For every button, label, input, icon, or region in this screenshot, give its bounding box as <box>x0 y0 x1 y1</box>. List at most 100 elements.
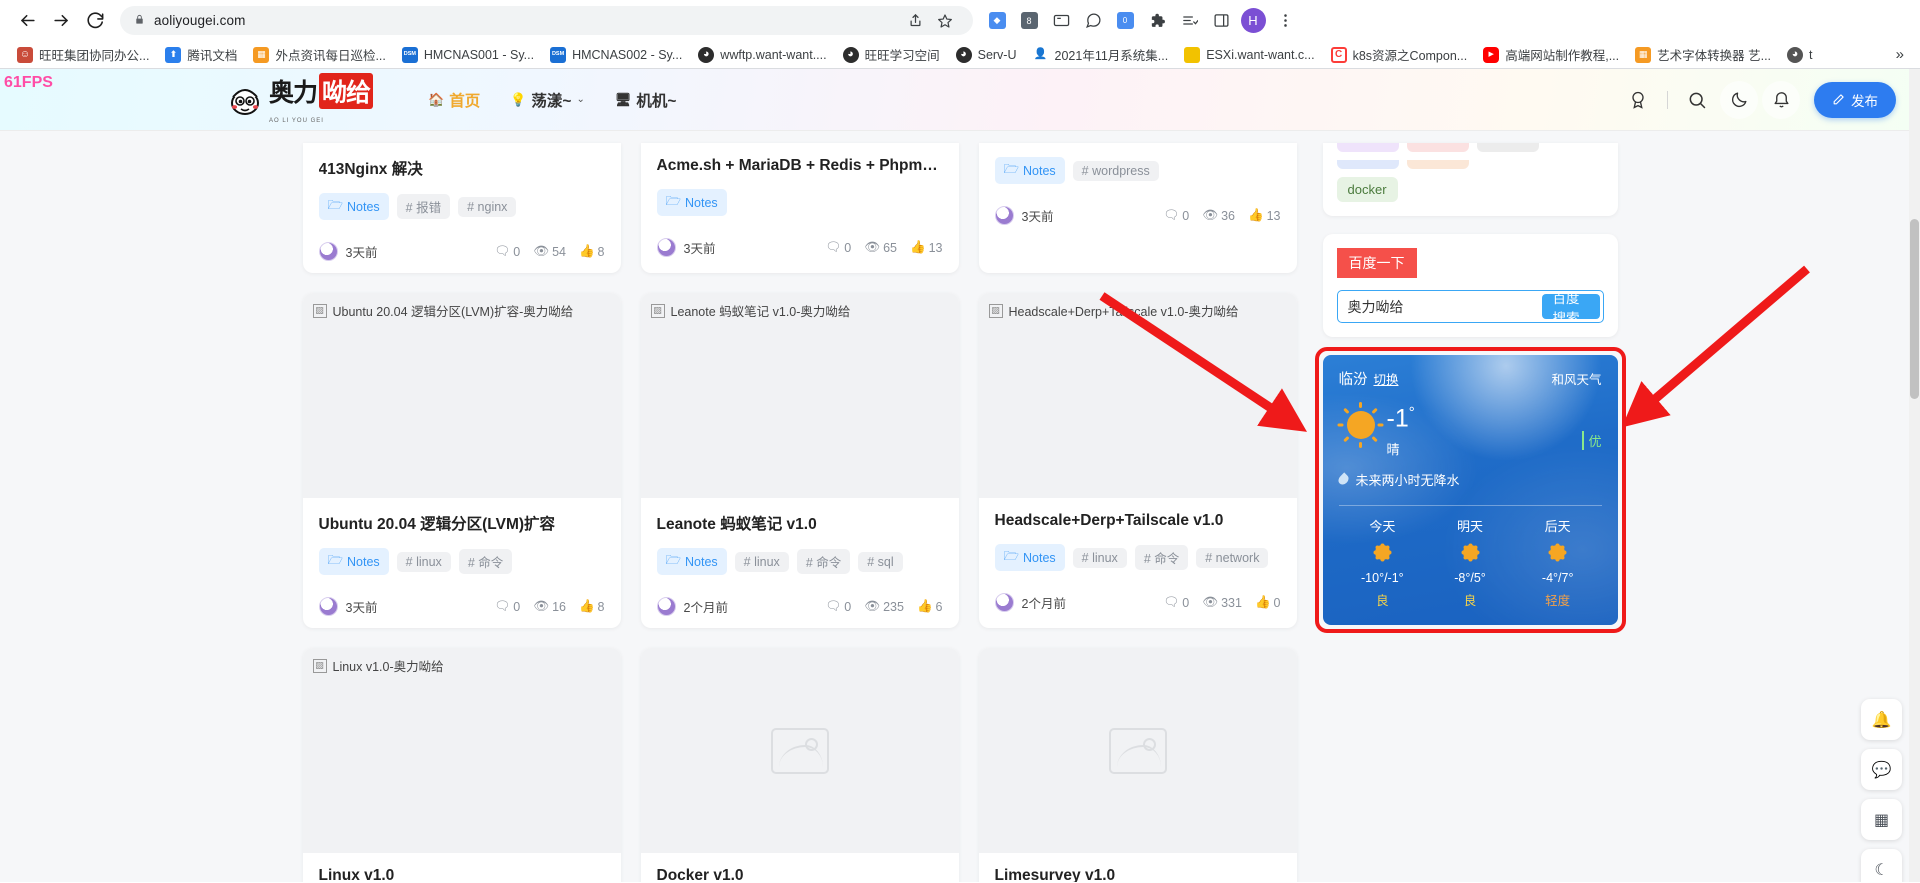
wechat-icon[interactable]: 💬 <box>1861 749 1902 790</box>
forward-button[interactable] <box>46 6 76 36</box>
nav-item-0[interactable]: 🏠 首页 <box>428 89 480 111</box>
article-card[interactable]: Docker v1.0🗁Notes# docker# 命令 <box>640 648 959 882</box>
article-card[interactable]: Acme.sh + MariaDB + Redis + Phpmyadmi...… <box>640 143 959 273</box>
extension-puzzle-icon[interactable] <box>1143 7 1171 35</box>
notification-bell-icon[interactable]: 🔔 <box>1861 699 1902 740</box>
bookmark-item[interactable]: ☺ 旺旺集团协同办公... <box>10 42 156 67</box>
extension-icon-2[interactable]: 8 <box>1015 7 1043 35</box>
baidu-search-button[interactable]: 百度搜索 <box>1541 291 1600 322</box>
scrollbar-thumb[interactable] <box>1910 219 1919 399</box>
article-card[interactable]: ▨ Linux v1.0-奥力呦给 Linux v1.0🗁Notes# linux#… <box>302 648 621 882</box>
tag-cloud-item-clipped[interactable] <box>1406 143 1469 152</box>
bookmarks-overflow-icon[interactable]: » <box>1890 46 1910 63</box>
extension-icon-4[interactable] <box>1079 7 1107 35</box>
card-tag[interactable]: # linux <box>734 551 789 572</box>
card-tag[interactable]: # nginx <box>458 196 517 217</box>
bookmark-item[interactable]: ⬆ 腾讯文档 <box>158 42 244 67</box>
card-thumbnail[interactable]: ▨ Linux v1.0-奥力呦给 <box>302 648 621 853</box>
author-avatar[interactable] <box>994 593 1014 612</box>
article-card[interactable]: 🗁 Notes # wordpress 3天前 🗨 0 👁 36 👍 13 <box>978 143 1297 273</box>
card-category-tag[interactable]: 🗁 Notes <box>994 157 1065 184</box>
bookmark-item[interactable]: ◕ Serv-U <box>949 44 1024 66</box>
author-avatar[interactable] <box>318 242 338 261</box>
qrcode-icon[interactable]: ▦ <box>1861 799 1902 840</box>
bookmark-item[interactable]: Ck8s资源之Compon... <box>1324 42 1475 67</box>
article-card[interactable]: ▨ Headscale+Derp+Tailscale v1.0-奥力呦给 Heads… <box>978 293 1297 628</box>
bookmark-item[interactable]: DSM HMCNAS002 - Sy... <box>543 44 689 66</box>
bookmark-item[interactable]: DSM HMCNAS001 - Sy... <box>395 44 541 66</box>
back-button[interactable] <box>12 6 42 36</box>
card-tag[interactable]: # 命令 <box>1134 545 1189 570</box>
author-avatar[interactable] <box>656 238 676 257</box>
bookmark-item[interactable]: ◕ t <box>1780 44 1819 66</box>
tag-cloud-item-clipped[interactable] <box>1476 143 1539 152</box>
card-tag[interactable]: # sql <box>858 551 903 572</box>
profile-avatar[interactable]: H <box>1239 7 1267 35</box>
bookmark-item[interactable]: ◕ wwftp.want-want.... <box>691 44 833 66</box>
card-title[interactable]: Leanote 蚂蚁笔记 v1.0 <box>657 512 943 534</box>
notification-bell-icon[interactable] <box>1762 80 1800 119</box>
card-tag[interactable]: # linux <box>396 551 451 572</box>
card-title[interactable]: Limesurvey v1.0 <box>995 867 1281 882</box>
article-card[interactable]: 413Nginx 解决 🗁 Notes # 报错 # nginx 3天前 🗨 0 👁 54 👍 8 <box>302 143 621 273</box>
baidu-search-box[interactable]: 百度搜索 <box>1336 290 1604 323</box>
search-icon[interactable] <box>1678 81 1716 119</box>
card-category-tag[interactable]: 🗁 Notes <box>656 189 727 216</box>
dark-mode-moon-icon[interactable] <box>1720 80 1758 119</box>
card-category-tag[interactable]: 🗁 Notes <box>318 193 389 220</box>
bookmark-item[interactable]: 👤 2021年11月系统集... <box>1026 42 1176 67</box>
card-category-tag[interactable]: 🗁 Notes <box>656 548 727 575</box>
weather-widget[interactable]: 临汾 切换 和风天气 -1° 晴 优 未来两小时无降水 今天 -10°/-1° … <box>1323 355 1618 625</box>
star-icon[interactable] <box>931 7 959 35</box>
weather-switch-city-link[interactable]: 切换 <box>1374 369 1399 388</box>
author-avatar[interactable] <box>656 597 676 616</box>
nav-item-2[interactable]: 🖥 机机~ <box>615 89 677 111</box>
nav-item-1[interactable]: 💡 荡漾~ ⌄ <box>510 89 585 111</box>
card-thumbnail[interactable]: ▨ Leanote 蚂蚁笔记 v1.0-奥力呦给 <box>640 293 959 498</box>
card-thumbnail[interactable] <box>978 648 1297 853</box>
extension-icon-5[interactable]: 0 <box>1111 7 1139 35</box>
card-title[interactable]: Ubuntu 20.04 逻辑分区(LVM)扩容 <box>319 512 605 534</box>
tag-cloud-item[interactable]: docker <box>1336 177 1398 202</box>
tag-cloud-item-clipped[interactable] <box>1406 160 1469 169</box>
site-logo[interactable]: 奥力 呦给 AO LI YOU GEI <box>228 72 374 127</box>
card-thumbnail[interactable]: ▨ Ubuntu 20.04 逻辑分区(LVM)扩容-奥力呦给 <box>302 293 621 498</box>
card-thumbnail[interactable] <box>640 648 959 853</box>
card-category-tag[interactable]: 🗁 Notes <box>994 544 1065 571</box>
author-avatar[interactable] <box>994 206 1014 225</box>
tag-cloud-item-clipped[interactable] <box>1336 143 1399 152</box>
address-bar[interactable]: aoliyougei.com <box>120 6 973 35</box>
extension-icon-1[interactable]: ◆ <box>983 7 1011 35</box>
card-thumbnail[interactable]: ▨ Headscale+Derp+Tailscale v1.0-奥力呦给 <box>978 293 1297 498</box>
publish-button[interactable]: 发布 <box>1814 81 1896 118</box>
author-avatar[interactable] <box>318 597 338 616</box>
baidu-search-input[interactable] <box>1337 291 1539 322</box>
chrome-menu-icon[interactable] <box>1271 7 1299 35</box>
share-icon[interactable] <box>901 7 929 35</box>
extension-icon-3[interactable] <box>1047 7 1075 35</box>
bookmark-item[interactable]: ▶ 高端网站制作教程,... <box>1476 42 1626 67</box>
card-title[interactable]: Acme.sh + MariaDB + Redis + Phpmyadmi... <box>657 157 943 175</box>
reading-list-icon[interactable] <box>1175 7 1203 35</box>
article-card[interactable]: Limesurvey v1.0🗁Notes# docker <box>978 648 1297 882</box>
card-title[interactable]: Docker v1.0 <box>657 867 943 882</box>
card-tag[interactable]: # 命令 <box>796 549 851 574</box>
card-title[interactable]: Linux v1.0 <box>319 867 605 882</box>
dark-mode-moon-icon[interactable]: ☾ <box>1861 849 1902 882</box>
card-title[interactable]: 413Nginx 解决 <box>319 157 605 179</box>
card-tag[interactable]: # linux <box>1072 547 1127 568</box>
page-scrollbar[interactable] <box>1909 69 1920 882</box>
card-tag[interactable]: # 报错 <box>396 194 451 219</box>
reload-button[interactable] <box>80 6 110 36</box>
side-panel-icon[interactable] <box>1207 7 1235 35</box>
article-card[interactable]: ▨ Ubuntu 20.04 逻辑分区(LVM)扩容-奥力呦给 Ubuntu 20.… <box>302 293 621 628</box>
card-tag[interactable]: # 命令 <box>458 549 513 574</box>
card-tag[interactable]: # wordpress <box>1072 160 1159 181</box>
medal-icon[interactable] <box>1619 81 1657 119</box>
bookmark-item[interactable]: ESXi.want-want.c... <box>1177 44 1321 66</box>
tag-cloud-item-clipped[interactable] <box>1336 160 1399 169</box>
bookmark-item[interactable]: ◕ 旺旺学习空间 <box>836 42 947 67</box>
card-category-tag[interactable]: 🗁 Notes <box>318 548 389 575</box>
bookmark-item[interactable]: ▦ 外点资讯每日巡检... <box>246 42 392 67</box>
bookmark-item[interactable]: ▦ 艺术字体转换器 艺... <box>1628 42 1778 67</box>
